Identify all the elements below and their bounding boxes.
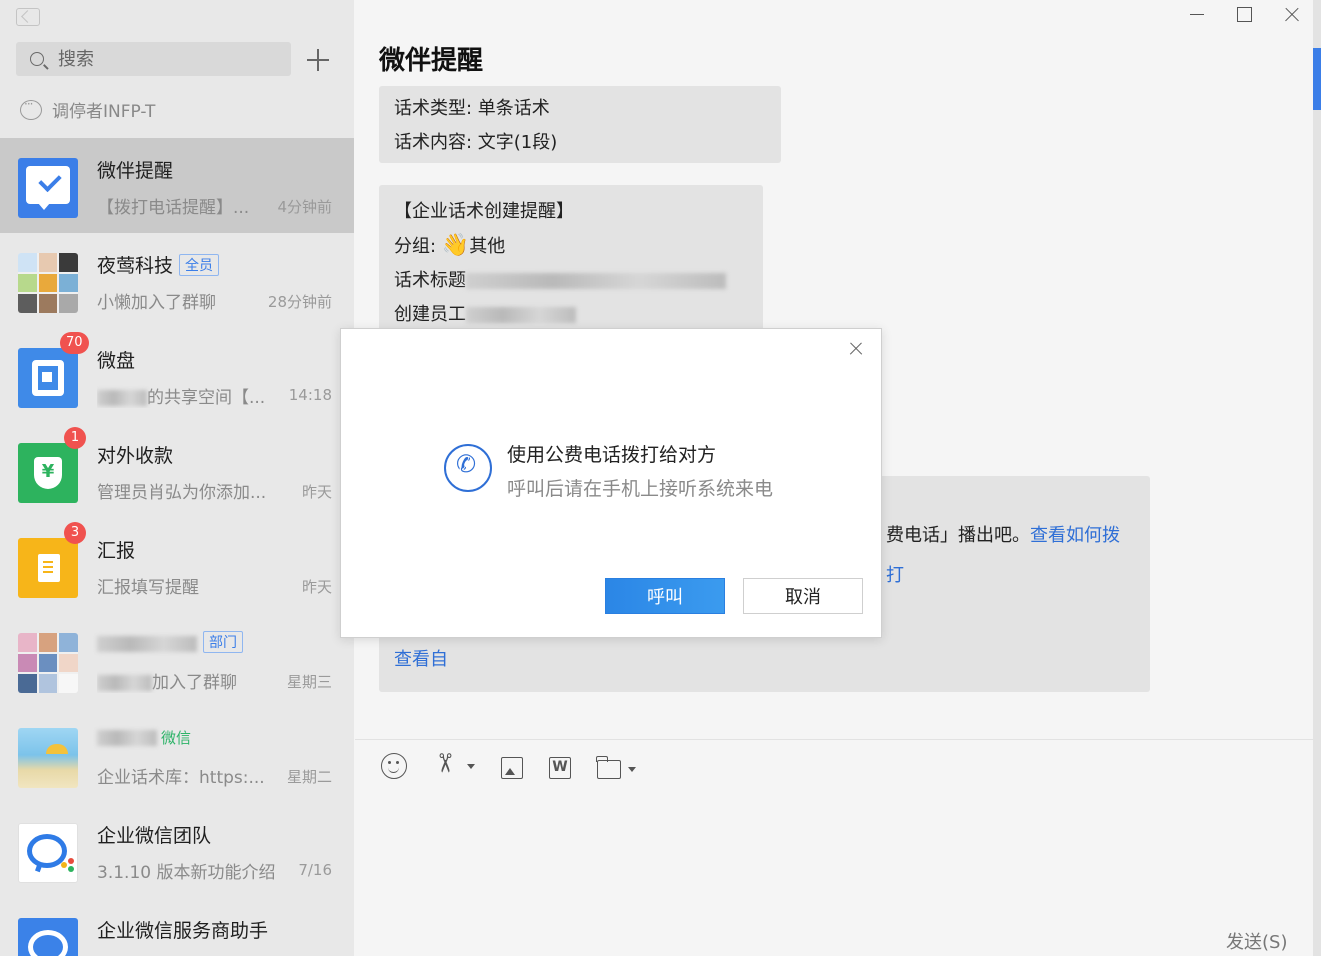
conversation-name: 夜莺科技 全员 xyxy=(97,251,220,278)
conversation-item[interactable]: 夜莺科技 全员 小懒加入了群聊 28分钟前 xyxy=(0,233,354,328)
screenshot-icon[interactable] xyxy=(433,752,475,780)
message-line: 【企业话术创建提醒】 xyxy=(394,201,574,222)
unread-badge: 3 xyxy=(64,522,86,544)
call-dialog: 使用公费电话拨打给对方 呼叫后请在手机上接听系统来电 呼叫 取消 xyxy=(340,328,882,638)
message-line: 话术内容: 文字(1段) xyxy=(394,132,558,153)
send-button[interactable]: 发送(S) xyxy=(1226,928,1287,954)
folder-icon[interactable] xyxy=(596,755,636,779)
dialog-subtitle: 呼叫后请在手机上接听系统来电 xyxy=(507,478,774,500)
conversation-item[interactable]: 企业微信团队 3.1.10 版本新功能介绍 7/16 xyxy=(0,803,354,898)
message-line: 查看自 xyxy=(394,640,1135,680)
check-avatar-icon xyxy=(18,158,78,218)
search-input[interactable] xyxy=(58,48,258,70)
payment-icon: ¥ xyxy=(18,443,78,503)
conversation-time: 昨天 xyxy=(301,483,332,501)
view-link[interactable]: 查看自 xyxy=(394,649,448,670)
chevron-down-icon[interactable] xyxy=(628,766,636,772)
group-tag: 部门 xyxy=(203,631,243,653)
message-card: 话术类型: 单条话术 话术内容: 文字(1段) xyxy=(379,86,781,163)
conversation-name: 微盘 xyxy=(97,350,136,372)
close-icon[interactable] xyxy=(1281,4,1311,26)
message-line: 创建员工 xyxy=(394,298,748,332)
collapse-icon[interactable] xyxy=(16,8,40,26)
conversation-item[interactable]: 微信 企业话术库：https:... 星期二 xyxy=(0,708,354,803)
word-doc-icon[interactable]: W xyxy=(549,756,571,779)
conversation-time: 28分钟前 xyxy=(267,293,332,311)
conversation-time: 7/16 xyxy=(298,861,332,879)
conversation-time: 4分钟前 xyxy=(277,198,332,216)
phone-icon xyxy=(444,444,492,492)
status-row[interactable]: 调停者INFP-T xyxy=(20,97,155,122)
conversation-preview: 管理员肖弘为你添加... xyxy=(97,483,267,503)
beach-avatar xyxy=(18,728,78,788)
wecom-logo-icon xyxy=(18,823,78,883)
chat-title: 微伴提醒 xyxy=(379,46,484,76)
minimize-icon[interactable] xyxy=(1186,4,1216,26)
add-button[interactable] xyxy=(304,46,332,74)
search-box[interactable] xyxy=(16,42,291,76)
drive-icon xyxy=(18,348,78,408)
message-card: 【企业话术创建提醒】 分组: 👋其他 话术标题 创建员工 xyxy=(379,185,763,335)
input-toolbar: W xyxy=(381,752,647,780)
search-icon xyxy=(30,52,44,66)
group-tag: 全员 xyxy=(179,254,220,276)
emoji-icon[interactable] xyxy=(381,753,407,779)
conversation-preview: 3.1.10 版本新功能介绍 xyxy=(97,863,276,883)
chat-bubble-icon xyxy=(20,97,42,120)
input-divider xyxy=(355,739,1313,740)
conversation-item[interactable]: 企业微信服务商助手 xyxy=(0,898,354,956)
conversation-name: 对外收款 xyxy=(97,445,174,467)
conversation-item[interactable]: 70 微盘 的共享空间【... 14:18 xyxy=(0,328,354,423)
conversation-name: 汇报 xyxy=(97,540,136,562)
helper-logo-icon xyxy=(18,918,78,956)
conversation-preview: 企业话术库：https:... xyxy=(97,768,265,788)
conversation-time: 昨天 xyxy=(301,578,332,596)
conversation-time: 星期三 xyxy=(286,673,332,691)
conversation-name: 部门 xyxy=(97,631,243,654)
conversation-time: 14:18 xyxy=(288,386,332,404)
sidebar: 调停者INFP-T 微伴提醒 【拨打电话提醒】... 4分钟前 夜莺科技全员 小… xyxy=(0,0,354,956)
group-avatar xyxy=(18,253,78,313)
wave-emoji-icon: 👋 xyxy=(441,233,470,258)
status-text: 调停者INFP-T xyxy=(52,102,156,122)
message-line: 话术类型: 单条话术 xyxy=(394,98,550,119)
chevron-down-icon[interactable] xyxy=(467,764,475,769)
conversation-item[interactable]: ¥ 1 对外收款 管理员肖弘为你添加... 昨天 xyxy=(0,423,354,518)
conversation-time: 星期二 xyxy=(286,768,332,786)
unread-badge: 70 xyxy=(60,332,89,354)
conversation-preview: 汇报填写提醒 xyxy=(97,578,199,598)
wechat-tag: 微信 xyxy=(161,729,192,747)
message-line: 话术标题 xyxy=(394,264,748,298)
unread-badge: 1 xyxy=(64,427,86,449)
conversation-preview: 的共享空间【... xyxy=(97,383,267,408)
group-avatar xyxy=(18,633,78,693)
close-icon[interactable] xyxy=(849,342,863,356)
conversation-name: 微信 xyxy=(97,726,191,748)
conversation-name: 微伴提醒 xyxy=(97,160,174,182)
conversation-preview: 小懒加入了群聊 xyxy=(97,293,216,313)
conversation-list: 微伴提醒 【拨打电话提醒】... 4分钟前 夜莺科技 全员 小懒加入了群聊 28分… xyxy=(0,138,354,956)
conversation-item[interactable]: 3 汇报 汇报填写提醒 昨天 xyxy=(0,518,354,613)
conversation-preview: 加入了群聊 xyxy=(97,668,267,693)
dialog-title: 使用公费电话拨打给对方 xyxy=(507,444,717,466)
conversation-name: 企业微信团队 xyxy=(97,825,212,847)
conversation-item[interactable]: 微伴提醒 【拨打电话提醒】... 4分钟前 xyxy=(0,138,354,233)
call-button[interactable]: 呼叫 xyxy=(605,578,725,614)
cancel-button[interactable]: 取消 xyxy=(743,578,863,614)
message-line: 分组: 👋其他 xyxy=(394,229,748,264)
report-icon xyxy=(18,538,78,598)
image-icon[interactable] xyxy=(501,756,523,779)
scrollbar-thumb[interactable] xyxy=(1313,48,1321,110)
conversation-name: 企业微信服务商助手 xyxy=(97,920,269,942)
maximize-icon[interactable] xyxy=(1234,4,1264,26)
conversation-preview: 【拨打电话提醒】... xyxy=(97,198,250,218)
conversation-item[interactable]: 部门 加入了群聊 星期三 xyxy=(0,613,354,708)
scrollbar-track[interactable] xyxy=(1313,0,1321,956)
